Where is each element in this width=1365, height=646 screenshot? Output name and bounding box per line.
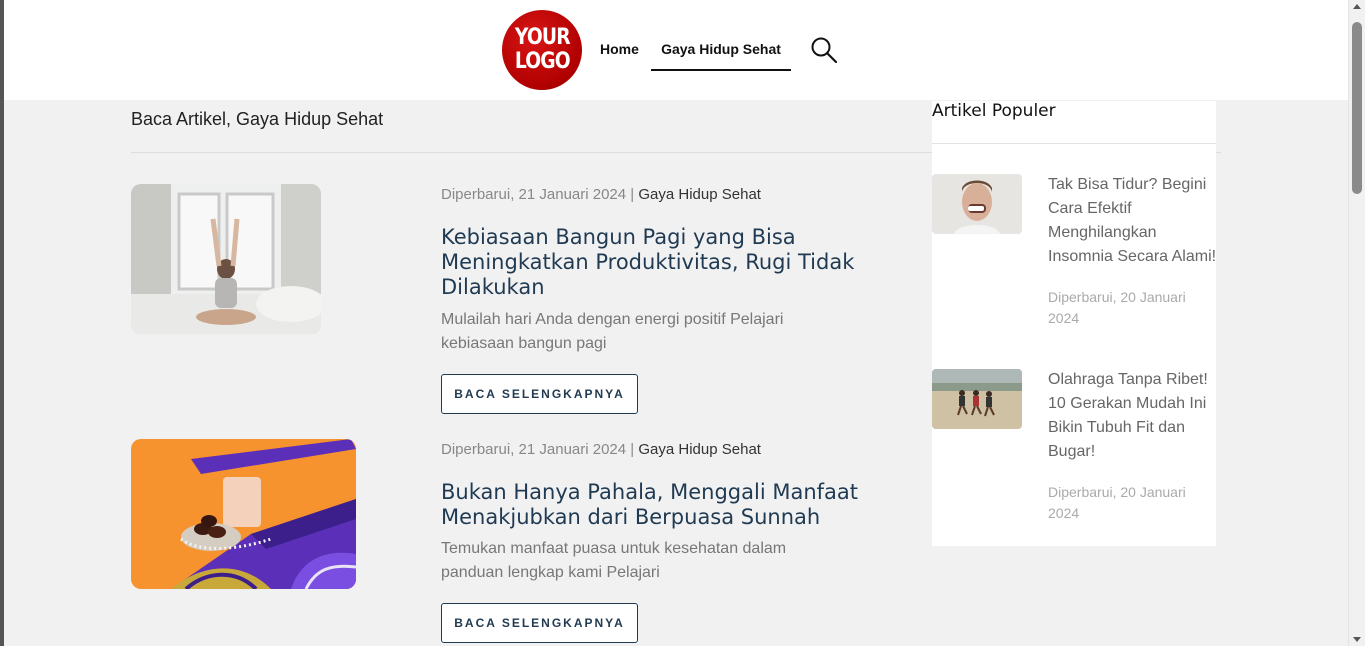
post-excerpt: Temukan manfaat puasa untuk kesehatan da… [441, 540, 787, 581]
sidebar-divider [932, 143, 1216, 144]
post-category-link[interactable]: Gaya Hidup Sehat [638, 441, 761, 458]
popular-article-date: Diperbarui, 20 Januari 2024 [1048, 289, 1186, 326]
site-header: YOUR LOGO Home Gaya Hidup Sehat [4, 0, 1348, 100]
scrollbar-thumb[interactable] [1352, 22, 1362, 194]
post-title[interactable]: Bukan Hanya Pahala, Menggali Manfaat Men… [441, 480, 871, 530]
post-title[interactable]: Kebiasaan Bangun Pagi yang Bisa Meningka… [441, 225, 871, 300]
popular-article-title[interactable]: Olahraga Tanpa Ribet! 10 Gerakan Mudah I… [1048, 368, 1220, 464]
meta-separator: | [630, 441, 635, 458]
read-more-button[interactable]: BACA SELENGKAPNYA [441, 374, 638, 414]
read-more-button[interactable]: BACA SELENGKAPNYA [441, 603, 638, 643]
scroll-up-icon[interactable] [1353, 4, 1361, 9]
logo-line-2: LOGO [514, 49, 570, 74]
post-date: Diperbarui, 21 Januari 2024 [441, 186, 627, 203]
post-meta: Diperbarui, 21 Januari 2024 | Gaya Hidup… [441, 186, 761, 203]
logo-line-1: YOUR [514, 25, 571, 50]
post-excerpt: Mulailah hari Anda dengan energi positif… [441, 311, 784, 352]
nav-gaya-hidup-sehat[interactable]: Gaya Hidup Sehat [651, 30, 791, 71]
breadcrumb: Baca Artikel, Gaya Hidup Sehat [131, 109, 384, 129]
meta-separator: | [630, 186, 635, 203]
search-icon[interactable] [810, 36, 838, 64]
nav-home[interactable]: Home [600, 41, 639, 57]
popular-article-date: Diperbarui, 20 Januari 2024 [1048, 484, 1186, 521]
post-meta: Diperbarui, 21 Januari 2024 | Gaya Hidup… [441, 441, 761, 458]
post-thumbnail[interactable] [131, 184, 321, 334]
post-category-link[interactable]: Gaya Hidup Sehat [638, 186, 761, 203]
popular-thumbnail[interactable] [932, 174, 1022, 234]
site-logo[interactable]: YOUR LOGO [502, 10, 582, 90]
popular-thumbnail[interactable] [932, 369, 1022, 429]
post-thumbnail[interactable] [131, 439, 356, 589]
popular-article-title[interactable]: Tak Bisa Tidur? Begini Cara Efektif Meng… [1048, 173, 1220, 269]
scroll-down-icon[interactable] [1353, 637, 1361, 642]
sidebar-title: Artikel Populer [932, 101, 1056, 121]
post-date: Diperbarui, 21 Januari 2024 [441, 441, 627, 458]
popular-articles-sidebar: Artikel Populer Tak Bisa Tidur? Begini C… [932, 101, 1216, 546]
page-scrollbar[interactable] [1348, 0, 1365, 646]
